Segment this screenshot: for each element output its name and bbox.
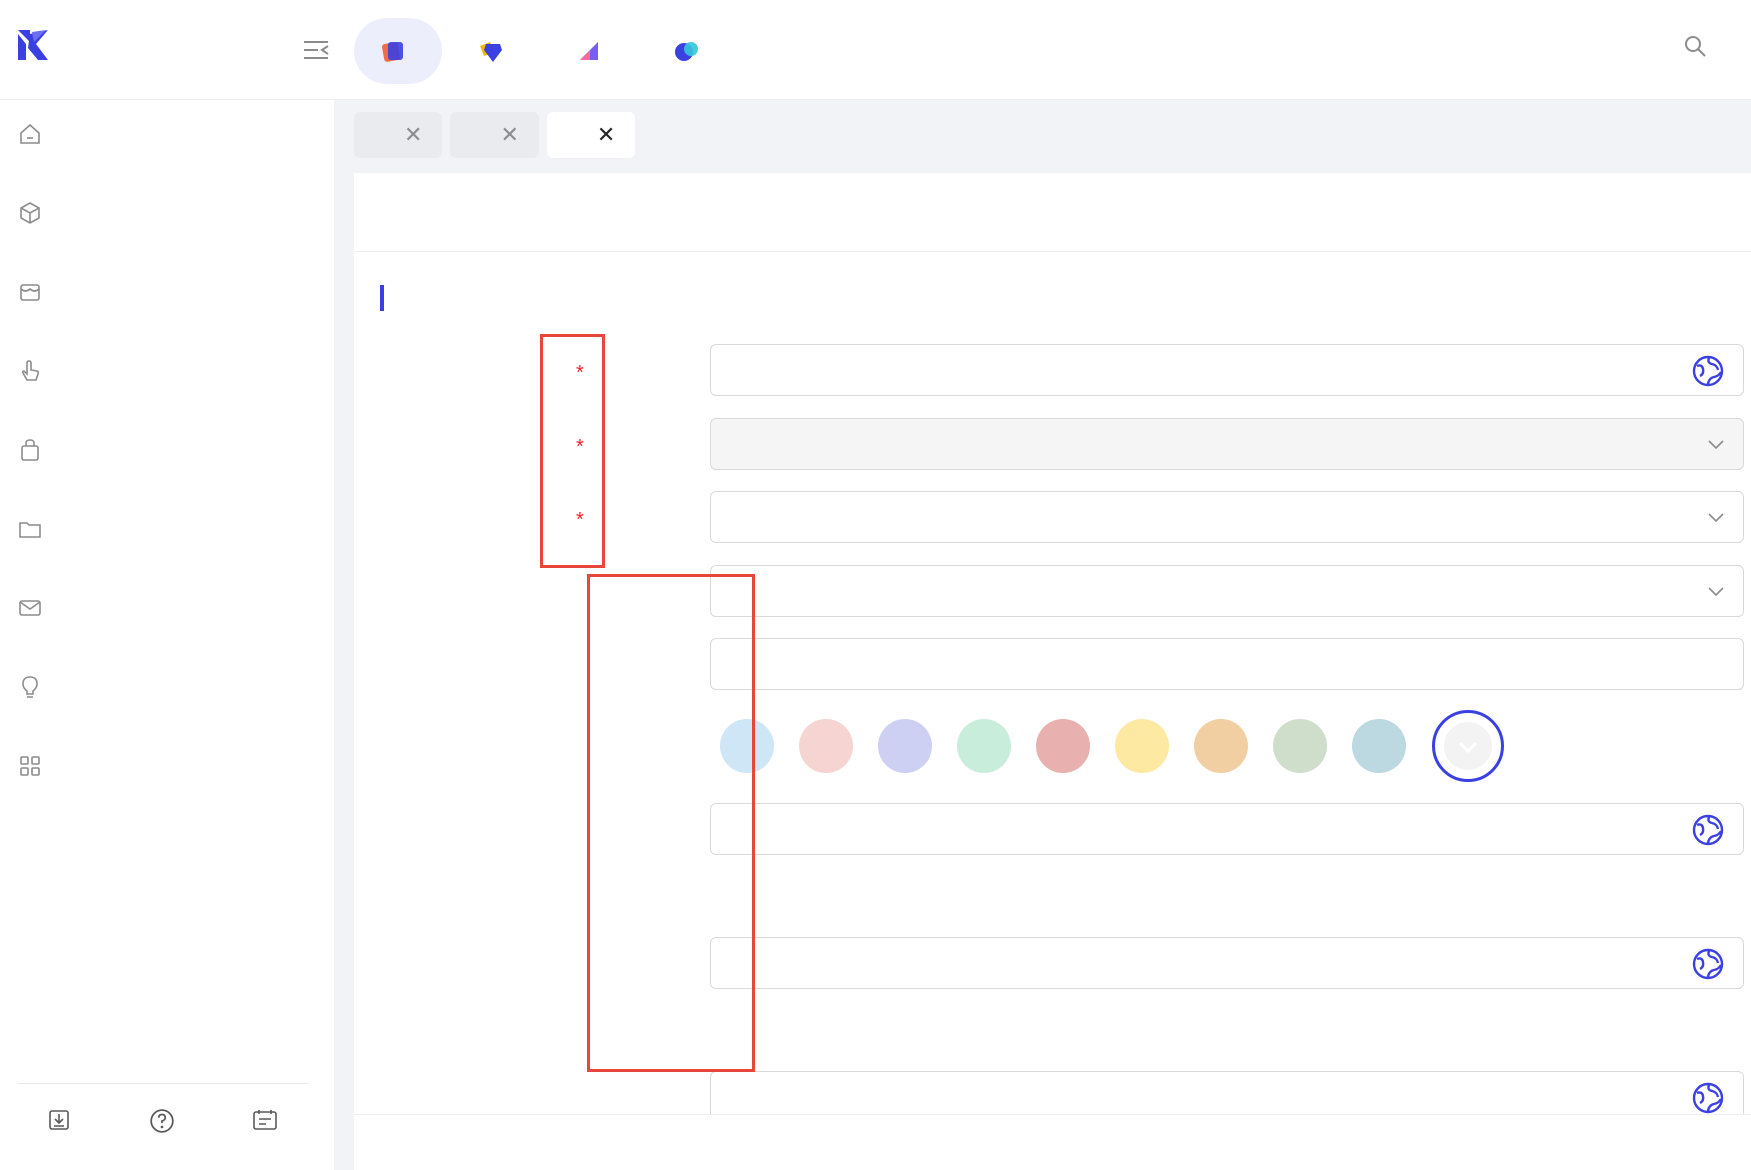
download-button[interactable]: [24, 1108, 94, 1144]
topnav-member-marketing[interactable]: [452, 18, 540, 84]
tab-product-management[interactable]: ✕: [450, 112, 539, 158]
close-icon[interactable]: ✕: [500, 122, 518, 148]
color-swatch-peach[interactable]: [1194, 719, 1248, 773]
category-name-select[interactable]: [710, 491, 1744, 543]
sidebar-item-delivery[interactable]: [0, 420, 334, 480]
lightbulb-icon: [22, 676, 38, 698]
operations-center-icon: [382, 42, 403, 62]
top-nav: [354, 18, 746, 84]
tab-add-combo[interactable]: ✕: [546, 112, 636, 158]
chevron-down-icon: [1708, 513, 1724, 523]
custom-color-picker[interactable]: [1432, 710, 1504, 782]
updates-icon: [253, 1110, 277, 1130]
display-menu-select[interactable]: [710, 565, 1744, 617]
product-code-input[interactable]: [710, 638, 1744, 690]
supply-chain-icon: [580, 42, 598, 60]
pos-name-input[interactable]: [710, 803, 1744, 855]
sidebar-item-messages[interactable]: [0, 578, 334, 638]
updates-button[interactable]: [230, 1108, 300, 1144]
grid-icon: [20, 756, 40, 776]
section-accent-bar: [380, 285, 384, 311]
globe-icon[interactable]: [1691, 947, 1725, 981]
sidebar-item-home[interactable]: [0, 104, 334, 164]
color-swatch-powder-blue[interactable]: [1352, 719, 1406, 773]
section-basic-info: [380, 285, 398, 311]
color-swatch-mint[interactable]: [957, 719, 1011, 773]
restosuite-logo-icon: [18, 30, 48, 60]
hand-tap-icon: [21, 360, 40, 381]
color-swatch-rose[interactable]: [1036, 719, 1090, 773]
help-icon: [150, 1109, 174, 1133]
globe-icon[interactable]: [1691, 354, 1725, 388]
close-icon[interactable]: ✕: [597, 122, 615, 148]
sidebar-item-online-order[interactable]: [0, 341, 334, 401]
collapse-menu-icon[interactable]: [302, 38, 330, 62]
cube-icon: [20, 202, 40, 224]
download-icon: [49, 1110, 69, 1130]
color-swatch-sage[interactable]: [1273, 719, 1327, 773]
topnav-data-insights[interactable]: [648, 18, 736, 84]
chevron-down-icon: [1708, 440, 1724, 450]
close-icon[interactable]: ✕: [404, 122, 422, 148]
search-button[interactable]: [1683, 34, 1715, 58]
chevron-down-icon: [1708, 587, 1724, 597]
sidebar-item-finance[interactable]: [0, 499, 334, 559]
sidebar: [0, 100, 334, 1170]
card-bottom-divider: [354, 1114, 1751, 1115]
sidebar-item-alerts[interactable]: [0, 657, 334, 717]
brand-name-select[interactable]: [710, 418, 1744, 470]
search-icon: [1685, 36, 1706, 57]
sidebar-item-product[interactable]: [0, 183, 334, 243]
required-annotation-box: [540, 334, 605, 568]
home-icon: [20, 123, 40, 144]
online-name-input[interactable]: [710, 937, 1744, 989]
data-insights-icon: [675, 42, 698, 61]
chevron-down-icon: [1458, 741, 1478, 754]
globe-icon[interactable]: [1691, 1081, 1725, 1115]
sidebar-item-restaurant[interactable]: [0, 262, 334, 322]
globe-icon[interactable]: [1691, 813, 1725, 847]
folder-icon: [19, 522, 41, 538]
title-divider: [354, 251, 1751, 252]
page-tabs: ✕ ✕ ✕: [354, 112, 636, 158]
kitchen-name-input[interactable]: [710, 1071, 1744, 1115]
color-swatch-lavender[interactable]: [878, 719, 932, 773]
tab-home[interactable]: ✕: [354, 112, 443, 158]
topnav-supply-chain[interactable]: [550, 18, 638, 84]
member-marketing-icon: [480, 42, 502, 62]
sidebar-item-basic-services[interactable]: [0, 736, 334, 796]
help-button[interactable]: [127, 1108, 197, 1146]
product-name-input[interactable]: [710, 344, 1744, 396]
bag-icon: [21, 439, 39, 461]
color-swatch-yellow[interactable]: [1115, 719, 1169, 773]
logo[interactable]: [16, 28, 62, 62]
top-bar: [0, 0, 1751, 100]
store-icon: [20, 284, 40, 301]
sidebar-divider: [18, 1083, 308, 1084]
color-swatch-light-pink[interactable]: [799, 719, 853, 773]
optional-annotation-box: [587, 574, 755, 1072]
custom-color-preview: [1444, 722, 1492, 770]
topnav-operations-center[interactable]: [354, 18, 442, 84]
mail-icon: [19, 600, 41, 616]
